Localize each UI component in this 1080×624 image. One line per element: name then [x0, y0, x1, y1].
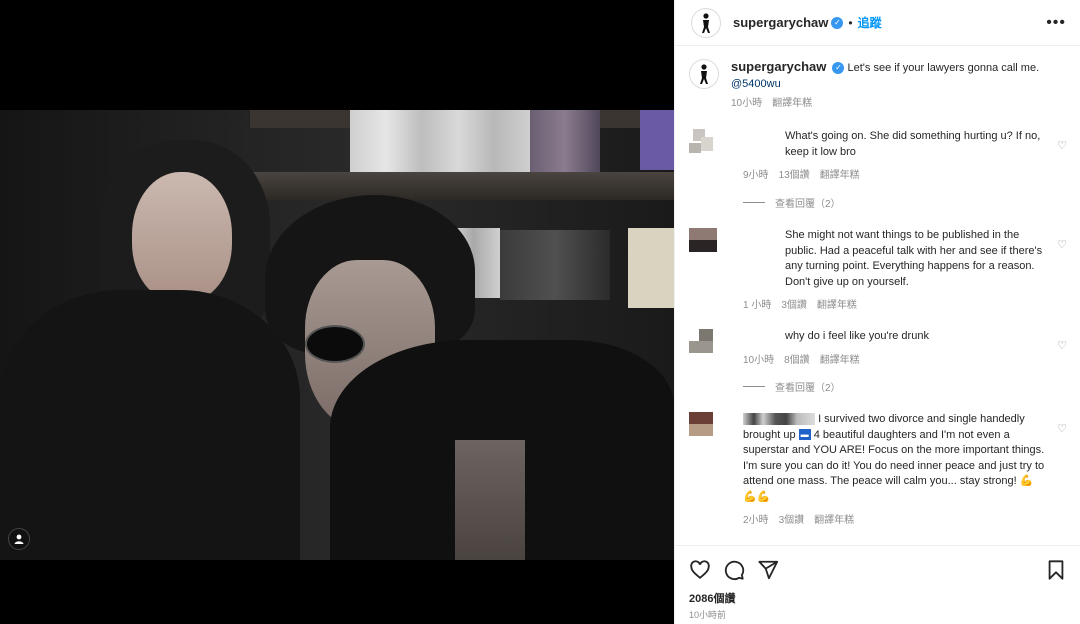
translate-link[interactable]: 翻譯年糕 — [820, 353, 860, 369]
comment-text: why do i feel like you're drunk — [785, 330, 929, 342]
comment-item: What's going on. She did something hurti… — [689, 129, 1067, 184]
verified-badge-icon: ✓ — [832, 62, 845, 75]
comment-like-heart-icon[interactable]: ♡ — [1057, 139, 1067, 155]
comment-likes[interactable]: 8個讚 — [784, 353, 810, 369]
chest — [455, 440, 525, 560]
comment-text: She might not want things to be publishe… — [785, 229, 1043, 288]
caption-text: Let's see if your lawyers gonna call me. — [847, 62, 1040, 74]
post-header: supergarychaw ✓ • 追蹤 ••• — [675, 0, 1080, 46]
translate-link[interactable]: 翻譯年糕 — [820, 168, 860, 184]
comment-avatar[interactable] — [689, 228, 717, 256]
view-replies-label: 查看回覆（2） — [775, 383, 841, 394]
comment-item: why do i feel like you're drunk 10小時 8個讚… — [689, 329, 1067, 368]
comment-icon[interactable] — [723, 559, 745, 581]
redacted-username — [743, 413, 815, 426]
user-tag-icon[interactable] — [8, 528, 30, 550]
comment-text: I survived two divorce and single handed… — [818, 413, 1025, 425]
header-username[interactable]: supergarychaw — [733, 15, 828, 30]
translate-link[interactable]: 翻譯年糕 — [817, 298, 857, 314]
separator-dot: • — [848, 15, 853, 30]
book-blue — [640, 110, 674, 170]
share-icon[interactable] — [757, 559, 779, 581]
books-white — [350, 110, 530, 180]
avatar[interactable] — [691, 7, 721, 38]
translate-link[interactable]: 翻譯年糕 — [814, 513, 854, 529]
comment-likes[interactable]: 3個讚 — [781, 298, 807, 314]
comment-likes[interactable]: 3個讚 — [779, 513, 805, 529]
flag-emoji-icon: ▬ — [798, 429, 811, 441]
follow-button[interactable]: 追蹤 — [858, 14, 882, 31]
comment-time: 1 小時 — [743, 300, 772, 311]
view-replies-button[interactable]: 查看回覆（2） — [743, 379, 841, 394]
sunglasses — [305, 325, 365, 363]
post-photo — [0, 110, 674, 560]
comment-text-2: brought up — [743, 428, 796, 441]
view-replies-label: 查看回覆（2） — [775, 199, 841, 210]
caption-avatar[interactable] — [689, 59, 719, 89]
books-purple — [530, 110, 600, 180]
comment-like-heart-icon[interactable]: ♡ — [1057, 422, 1067, 438]
books-dark — [500, 230, 610, 300]
post-media — [0, 0, 674, 624]
translate-link[interactable]: 翻譯年糕 — [772, 96, 812, 112]
bookmark-icon[interactable] — [1045, 559, 1067, 581]
comment-time: 9小時 — [743, 170, 769, 181]
post-time: 10小時前 — [689, 610, 727, 620]
figure-body — [0, 290, 300, 560]
post-sidebar: supergarychaw ✓ • 追蹤 ••• supergarychaw ✓… — [674, 0, 1080, 624]
bookshelf-middle — [240, 172, 674, 200]
comment-time: 2小時 — [743, 515, 769, 526]
comment-avatar[interactable] — [689, 412, 717, 440]
comment-item: I survived two divorce and single handed… — [689, 412, 1067, 529]
comment-item: She might not want things to be publishe… — [689, 228, 1067, 314]
comment-like-heart-icon[interactable]: ♡ — [1057, 339, 1067, 355]
comment-like-heart-icon[interactable]: ♡ — [1057, 238, 1067, 254]
caption: supergarychaw ✓ Let's see if your lawyer… — [689, 59, 1067, 112]
caption-mention[interactable]: @5400wu — [731, 78, 781, 90]
comment-avatar[interactable] — [689, 129, 717, 157]
verified-badge-icon: ✓ — [831, 16, 844, 29]
figure-face — [132, 172, 232, 302]
comment-time: 10小時 — [743, 354, 775, 366]
caption-time: 10小時 — [731, 98, 763, 109]
more-options-icon[interactable]: ••• — [1046, 14, 1066, 32]
caption-username[interactable]: supergarychaw — [731, 59, 826, 74]
like-count[interactable]: 2086個讚 — [689, 590, 1067, 606]
heart-icon[interactable] — [689, 559, 711, 581]
action-bar: 2086個讚 10小時前 — [675, 545, 1080, 621]
comment-likes[interactable]: 13個讚 — [779, 168, 810, 184]
comment-avatar[interactable] — [689, 329, 717, 357]
comment-list: supergarychaw ✓ Let's see if your lawyer… — [675, 47, 1080, 544]
book-novel — [628, 228, 674, 308]
comment-text: What's going on. She did something hurti… — [785, 130, 1041, 158]
view-replies-button[interactable]: 查看回覆（2） — [743, 195, 841, 210]
